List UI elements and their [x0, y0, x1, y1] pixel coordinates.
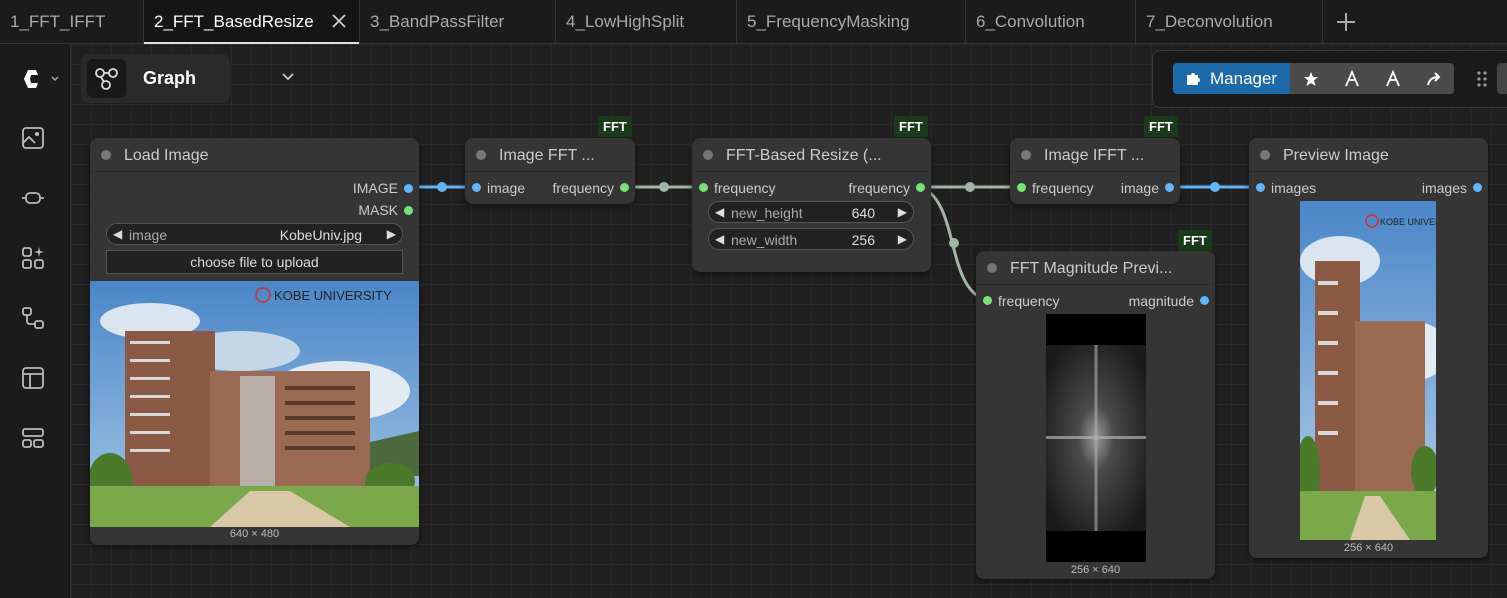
arrow-right-icon[interactable]: ▶ [898, 232, 907, 246]
input-images-slot[interactable] [1256, 183, 1265, 192]
image-size-label: 640 × 480 [229, 528, 280, 540]
widget-label: new_width [731, 232, 798, 248]
collapse-dot[interactable] [1021, 150, 1031, 160]
image-size-label: 256 × 640 [1343, 542, 1394, 554]
widget-label: new_height [731, 205, 803, 221]
image-ifft-node[interactable]: Image IFFT ... frequency image [1010, 138, 1180, 204]
output-frequency-label: frequency [552, 180, 614, 196]
new-height-widget[interactable]: ◀ new_height 640 ▶ [708, 201, 914, 223]
output-images-label: images [1421, 180, 1467, 196]
arrow-forward-icon [1426, 71, 1440, 85]
node-title: FFT-Based Resize (... [726, 147, 882, 164]
output-magnitude-label: magnitude [1128, 293, 1194, 309]
collapse-dot[interactable] [101, 150, 111, 160]
input-image-slot[interactable] [472, 183, 481, 192]
puzzle-icon [1187, 73, 1200, 85]
image-combo-widget[interactable]: ◀ image KobeUniv.jpg ▶ [106, 223, 403, 245]
copy-icon [1385, 69, 1400, 86]
input-frequency-label: frequency [714, 180, 776, 196]
node-title: Load Image [124, 147, 209, 164]
node-title: Preview Image [1283, 147, 1389, 164]
input-frequency-slot[interactable] [699, 183, 708, 192]
node-title: Image IFFT ... [1044, 147, 1145, 164]
output-frequency-label: frequency [848, 180, 910, 196]
kobe-logo-text: KOBE UNIVERSITY [274, 288, 392, 303]
output-images-slot[interactable] [1473, 183, 1482, 192]
image-size-label: 256 × 640 [1070, 564, 1121, 576]
output-mask-label: MASK [358, 202, 398, 218]
input-frequency-label: frequency [998, 293, 1060, 309]
image-fft-node[interactable]: Image FFT ... image frequency [465, 138, 635, 204]
graph-view-button[interactable]: Graph [81, 54, 294, 103]
share-icon [1344, 69, 1359, 86]
loaded-image-preview: KOBE UNIVERSITY [90, 281, 419, 527]
widget-value: 640 [851, 205, 875, 221]
output-image-label: IMAGE [352, 180, 398, 196]
upload-button[interactable]: choose file to upload [106, 250, 403, 274]
arrow-left-icon[interactable]: ◀ [715, 205, 724, 219]
fft-badge: FFT [1178, 230, 1212, 251]
magnitude-spectrum-image [1046, 314, 1146, 562]
collapse-dot[interactable] [1260, 150, 1270, 160]
load-image-node[interactable]: Load Image IMAGE MASK ◀ image KobeUniv.j… [90, 138, 419, 545]
input-images-label: images [1271, 180, 1317, 196]
widget-value: 256 [851, 232, 875, 248]
manager-button[interactable]: Manager [1173, 63, 1290, 94]
input-frequency-slot[interactable] [1017, 183, 1026, 192]
input-frequency-slot[interactable] [983, 296, 992, 305]
output-frequency-slot[interactable] [620, 183, 629, 192]
output-mask-slot[interactable] [404, 206, 413, 215]
node-title: Image FFT ... [499, 147, 595, 164]
preview-image-node[interactable]: Preview Image images images KOBE UNIVERS… [1249, 138, 1488, 558]
star-button[interactable] [1290, 63, 1331, 94]
arrow-right-icon[interactable]: ▶ [898, 205, 907, 219]
output-image-slot[interactable] [404, 184, 413, 193]
chevron-down-icon [282, 73, 294, 81]
link-midpoint [659, 182, 669, 192]
output-frequency-slot[interactable] [916, 183, 925, 192]
link-midpoint [1210, 182, 1220, 192]
output-image-label: image [1120, 180, 1159, 196]
new-width-widget[interactable]: ◀ new_width 256 ▶ [708, 228, 914, 250]
arrow-right-icon[interactable]: ▶ [387, 227, 396, 241]
link-midpoint [965, 182, 975, 192]
fft-magnitude-preview-node[interactable]: FFT Magnitude Previ... frequency magnitu… [976, 251, 1215, 579]
forward-button[interactable] [1413, 63, 1454, 94]
preview-output-image: KOBE UNIVERSITY [1300, 201, 1436, 540]
widget-label: image [129, 227, 168, 243]
drag-handle-icon[interactable] [1475, 69, 1489, 89]
graph-label: Graph [143, 68, 197, 88]
graph-icon [87, 59, 126, 98]
fft-badge: FFT [598, 116, 632, 137]
input-frequency-label: frequency [1032, 180, 1094, 196]
fft-badge: FFT [1144, 116, 1178, 137]
copy-button[interactable] [1372, 63, 1413, 94]
kobe-logo-text: KOBE UNIVERSITY [1380, 217, 1436, 227]
collapse-dot[interactable] [476, 150, 486, 160]
overflow-button[interactable] [1497, 63, 1507, 94]
output-magnitude-slot[interactable] [1200, 296, 1209, 305]
node-title: FFT Magnitude Previ... [1010, 260, 1173, 277]
manager-label: Manager [1210, 68, 1278, 88]
widget-value: KobeUniv.jpg [279, 227, 362, 243]
input-image-label: image [487, 180, 526, 196]
share-button[interactable] [1331, 63, 1372, 94]
output-image-slot[interactable] [1165, 183, 1174, 192]
arrow-left-icon[interactable]: ◀ [113, 227, 122, 241]
collapse-dot[interactable] [987, 263, 997, 273]
fft-based-resize-node[interactable]: FFT-Based Resize (... frequency frequenc… [692, 138, 931, 272]
link-midpoint [949, 238, 959, 248]
arrow-left-icon[interactable]: ◀ [715, 232, 724, 246]
fft-badge: FFT [894, 116, 928, 137]
link-midpoint [437, 182, 447, 192]
star-icon [1303, 71, 1318, 86]
collapse-dot[interactable] [703, 150, 713, 160]
